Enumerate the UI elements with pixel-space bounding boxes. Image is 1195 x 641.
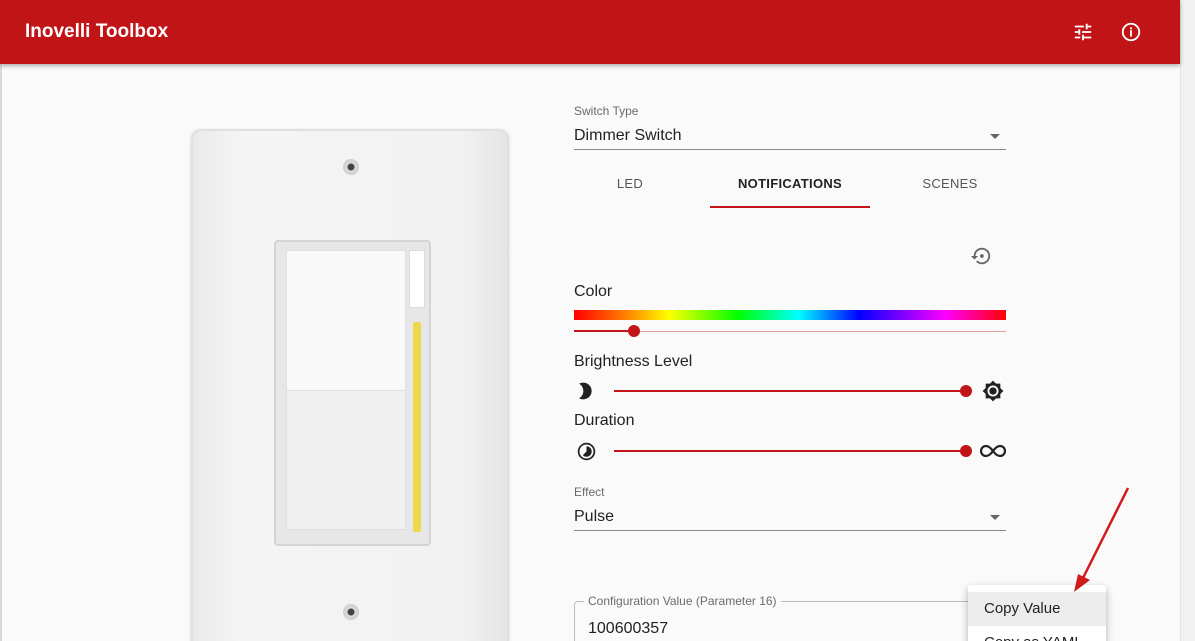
switch-type-label: Switch Type [574, 104, 639, 118]
duration-slider-thumb[interactable] [960, 445, 972, 457]
switch-type-select[interactable]: Dimmer Switch [574, 122, 1006, 150]
config-value-label: Configuration Value (Parameter 16) [584, 594, 781, 608]
scrollbar[interactable] [1180, 0, 1195, 641]
app-bar: Inovelli Toolbox [0, 0, 1180, 64]
moon-icon [574, 380, 596, 402]
switch-type-value: Dimmer Switch [574, 127, 682, 144]
effect-select[interactable]: Pulse [574, 503, 1006, 531]
tab-scenes[interactable]: SCENES [870, 170, 1030, 208]
config-value-text[interactable]: 100600357 [588, 620, 668, 638]
infinity-icon [980, 440, 1006, 462]
menu-item-copy-yaml[interactable]: Copy as YAML [968, 626, 1106, 641]
color-slider-fill [574, 330, 635, 332]
rocker-bottom-paddle[interactable] [286, 390, 406, 530]
top-screw [343, 159, 359, 175]
brightness-slider-thumb[interactable] [960, 385, 972, 397]
brightness-slider-track[interactable] [614, 390, 966, 392]
effect-label: Effect [574, 485, 605, 499]
led-bar [413, 322, 421, 532]
duration-label: Duration [574, 412, 635, 429]
config-value-field[interactable]: Configuration Value (Parameter 16) 10060… [574, 594, 1006, 641]
info-icon[interactable] [1117, 18, 1145, 46]
duration-slider-track[interactable] [614, 450, 966, 452]
active-tab-indicator [710, 206, 870, 208]
color-slider-thumb[interactable] [628, 325, 641, 337]
config-button[interactable] [409, 250, 425, 308]
annotation-arrow [1074, 487, 1130, 592]
effect-value: Pulse [574, 508, 615, 525]
tab-notifications[interactable]: NOTIFICATIONS [710, 170, 870, 208]
rocker-top-paddle[interactable] [286, 250, 406, 390]
chevron-down-icon [990, 134, 1000, 139]
tune-icon[interactable] [1069, 18, 1097, 46]
restore-icon[interactable] [970, 245, 992, 267]
brightness-icon [982, 380, 1004, 402]
color-label: Color [574, 283, 613, 300]
brightness-label: Brightness Level [574, 353, 693, 370]
color-spectrum [574, 310, 1006, 320]
left-divider [0, 64, 2, 641]
app-title: Inovelli Toolbox [25, 21, 169, 42]
bottom-screw [343, 604, 359, 620]
timelapse-icon [575, 440, 597, 462]
chevron-down-icon [990, 515, 1000, 520]
tab-led[interactable]: LED [550, 170, 710, 208]
